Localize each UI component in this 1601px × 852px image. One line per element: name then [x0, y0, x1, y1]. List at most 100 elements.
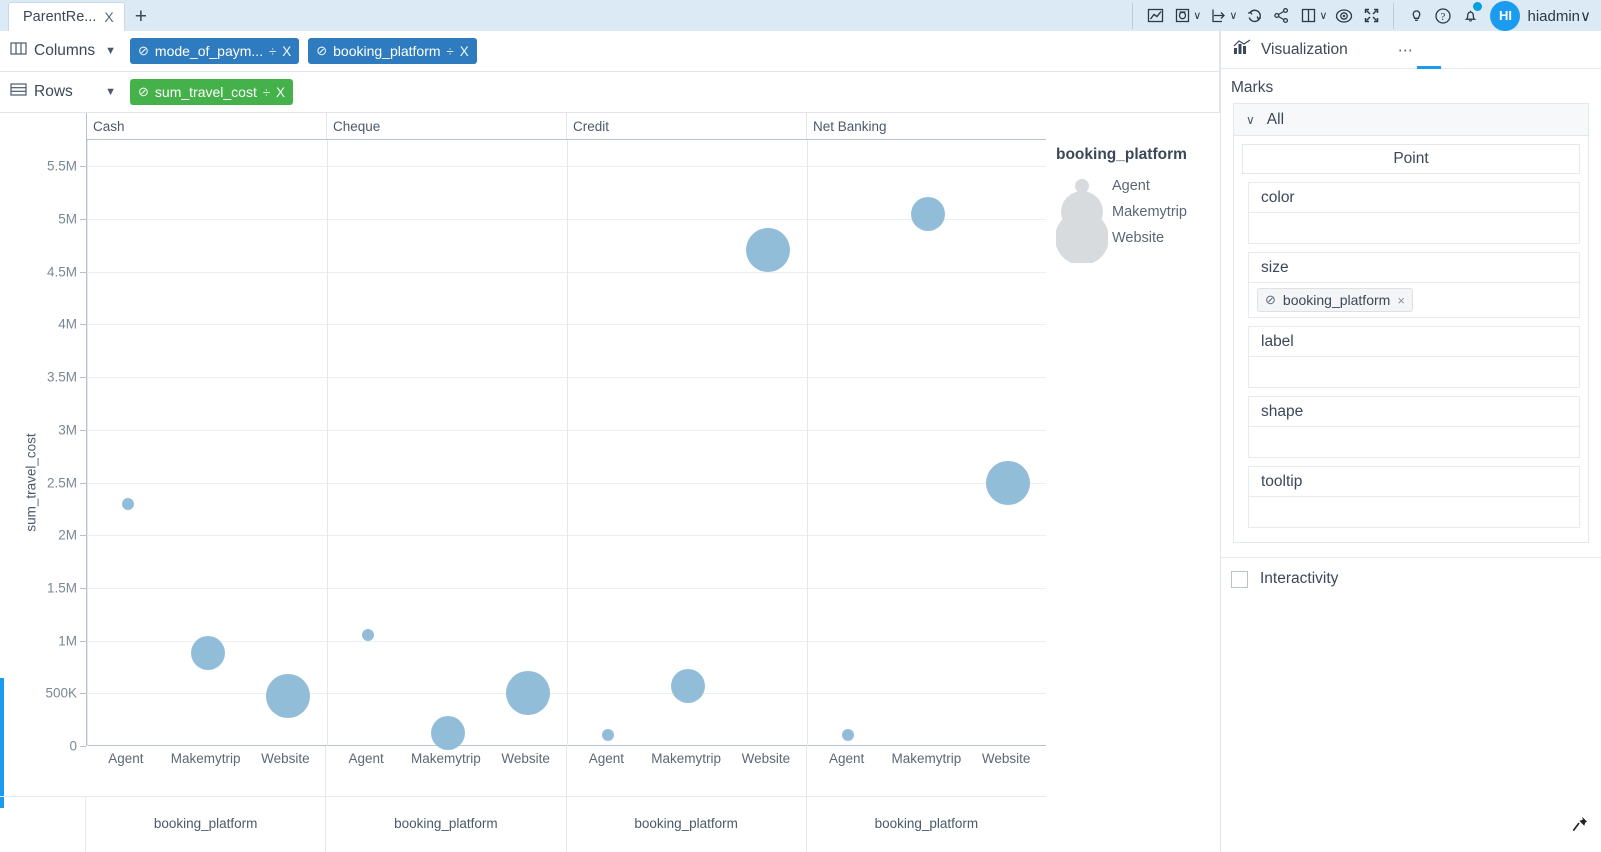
encoding-shape: shape: [1248, 396, 1580, 458]
data-source-icon[interactable]: [1169, 2, 1195, 30]
preview-icon[interactable]: [1331, 2, 1357, 30]
x-axis-tick-label[interactable]: Agent: [569, 750, 643, 767]
export-icon[interactable]: [1205, 2, 1231, 30]
app-root: ParentRe... X + ∨ ∨ ∨ ? HI hiadmin∨ Colu…: [0, 0, 1601, 852]
columns-icon: [10, 41, 27, 61]
rows-shelf-label: Rows ▼: [10, 82, 130, 102]
mark-type-select[interactable]: Point: [1242, 144, 1580, 174]
tab-strip: ParentRe... X +: [0, 0, 147, 31]
data-point[interactable]: [506, 671, 550, 716]
close-icon[interactable]: ×: [1397, 293, 1405, 308]
add-tab-button[interactable]: +: [135, 6, 147, 27]
x-axis-tick-label[interactable]: Website: [489, 750, 563, 767]
divide-icon[interactable]: ÷: [447, 44, 454, 59]
y-axis-tick-label: 3M: [58, 422, 77, 438]
chart-panel: [567, 140, 807, 746]
panel-title: Visualization: [1261, 40, 1348, 58]
chevron-down-icon[interactable]: ∨: [1580, 8, 1591, 25]
interactivity-row[interactable]: Interactivity: [1221, 557, 1601, 588]
data-point[interactable]: [122, 497, 134, 510]
y-axis-tick-label: 1.5M: [46, 580, 77, 596]
avatar[interactable]: HI: [1490, 0, 1521, 31]
x-axis-tick-label[interactable]: Makemytrip: [889, 750, 963, 767]
column-header[interactable]: Net Banking: [806, 113, 1046, 139]
interactivity-label: Interactivity: [1260, 570, 1339, 587]
workbook-tab-label: ParentRe...: [23, 9, 97, 25]
data-point[interactable]: [602, 728, 614, 741]
data-point[interactable]: [362, 629, 374, 642]
column-header[interactable]: Cash: [86, 113, 326, 139]
x-axis-tick-label[interactable]: Website: [969, 750, 1043, 767]
share-icon[interactable]: [1268, 2, 1294, 30]
columns-shelf[interactable]: Columns ▼ ⊘ mode_of_paym... ÷ X ⊘ bookin…: [0, 31, 1220, 72]
close-icon[interactable]: X: [104, 10, 113, 24]
marks-all-row[interactable]: ∨ All: [1234, 104, 1588, 136]
chevron-down-icon[interactable]: ∨: [1319, 9, 1327, 22]
top-bar: ParentRe... X + ∨ ∨ ∨ ? HI hiadmin∨: [0, 0, 1601, 31]
layout-icon[interactable]: [1295, 2, 1321, 30]
x-axis-tick-label[interactable]: Agent: [810, 750, 884, 767]
legend-label: Makemytrip: [1112, 204, 1187, 220]
data-point[interactable]: [191, 636, 225, 671]
y-axis-tick-label: 500K: [45, 685, 77, 701]
user-menu[interactable]: hiadmin∨: [1527, 7, 1591, 25]
notifications-icon[interactable]: [1457, 1, 1483, 30]
data-point[interactable]: [911, 197, 945, 232]
field-chip-mode-of-payment[interactable]: ⊘ mode_of_paym... ÷ X: [130, 38, 300, 64]
field-chip-booking-platform[interactable]: ⊘ booking_platform ÷ X: [308, 38, 477, 64]
pushpin-icon[interactable]: [1571, 815, 1589, 838]
toolbar: ∨ ∨ ∨ ? HI hiadmin∨: [1124, 0, 1601, 31]
chevron-down-icon[interactable]: ∨: [1246, 113, 1255, 127]
chevron-down-icon[interactable]: ▼: [105, 86, 116, 98]
data-point[interactable]: [746, 227, 790, 272]
x-axis-tick-label[interactable]: Agent: [329, 750, 403, 767]
data-point[interactable]: [842, 728, 854, 741]
data-point[interactable]: [986, 460, 1030, 505]
y-axis-tick-label: 2M: [58, 527, 77, 543]
fullscreen-icon[interactable]: [1358, 2, 1384, 30]
help-icon[interactable]: ?: [1430, 2, 1456, 30]
rows-shelf[interactable]: Rows ▼ ⊘ sum_travel_cost ÷ X: [0, 72, 1220, 113]
svg-text:?: ?: [1441, 12, 1446, 23]
workbook-tab[interactable]: ParentRe... X: [8, 2, 125, 31]
x-axis-tick-label[interactable]: Makemytrip: [649, 750, 723, 767]
marks-label: Marks: [1231, 79, 1274, 96]
lightbulb-icon[interactable]: [1403, 2, 1429, 30]
field-chip-sum-travel-cost[interactable]: ⊘ sum_travel_cost ÷ X: [130, 79, 293, 105]
chevron-down-icon[interactable]: ∨: [1229, 9, 1237, 22]
encoding-label: shape: [1249, 397, 1579, 427]
column-header[interactable]: Cheque: [326, 113, 566, 139]
legend-label: Website: [1112, 230, 1165, 246]
chevron-down-icon[interactable]: ∨: [1193, 9, 1201, 22]
data-point[interactable]: [671, 669, 705, 704]
chevron-down-icon[interactable]: ▼: [105, 45, 116, 57]
encoding-dropzone[interactable]: [1249, 357, 1579, 387]
encoding-dropzone[interactable]: [1249, 213, 1579, 243]
divide-icon[interactable]: ÷: [263, 85, 270, 100]
encoding-dropzone[interactable]: [1249, 497, 1579, 527]
y-axis-tick-label: 4.5M: [46, 264, 77, 280]
x-axis-tick-label[interactable]: Website: [248, 750, 322, 767]
chart-panel: [327, 140, 567, 751]
x-axis-title: booking_platform: [153, 816, 258, 831]
encoding-pill[interactable]: ⊘ booking_platform ×: [1257, 288, 1413, 312]
close-icon[interactable]: X: [282, 44, 291, 59]
encoding-dropzone[interactable]: [1249, 427, 1579, 457]
interactivity-checkbox[interactable]: [1231, 570, 1248, 588]
column-header[interactable]: Credit: [566, 113, 806, 139]
refresh-icon[interactable]: [1241, 2, 1267, 30]
chart-panel: [807, 140, 1047, 746]
panel-more-button[interactable]: ⋯: [1398, 41, 1414, 59]
close-icon[interactable]: X: [276, 85, 285, 100]
divide-icon[interactable]: ÷: [269, 44, 276, 59]
x-axis-tick-label[interactable]: Makemytrip: [169, 750, 243, 767]
x-axis-tick-label[interactable]: Website: [729, 750, 803, 767]
data-point[interactable]: [266, 674, 310, 719]
y-axis-tick-label: 1M: [58, 633, 77, 649]
chart-icon[interactable]: [1142, 2, 1168, 30]
x-axis-tick-label[interactable]: Agent: [89, 750, 163, 767]
close-icon[interactable]: X: [460, 44, 469, 59]
encoding-label: label: [1248, 326, 1580, 388]
encoding-dropzone[interactable]: ⊘ booking_platform ×: [1249, 283, 1579, 317]
x-axis-tick-label[interactable]: Makemytrip: [409, 750, 483, 767]
